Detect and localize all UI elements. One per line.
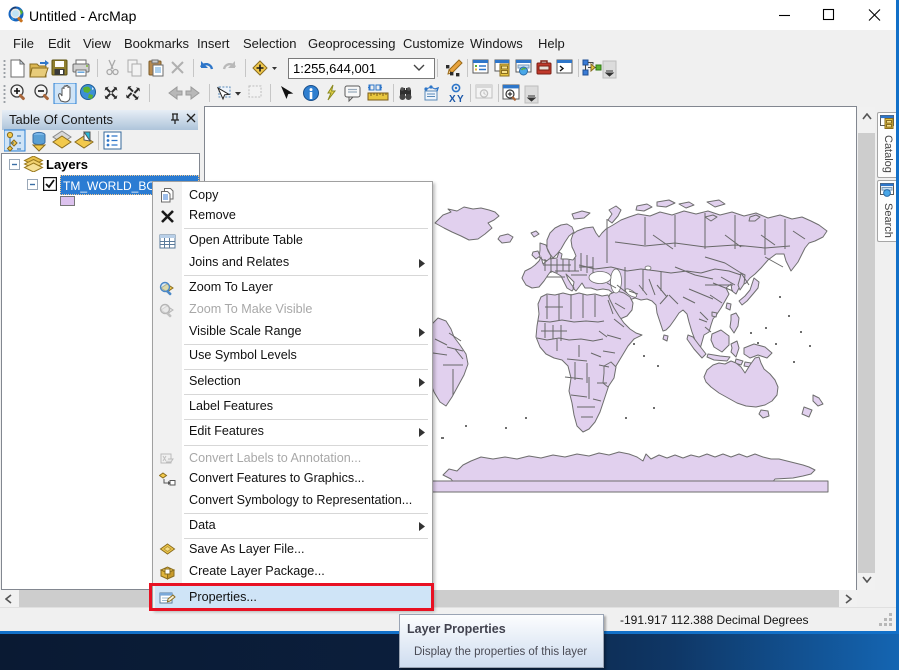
svg-text:Y: Y <box>457 94 464 104</box>
svg-text:X: X <box>449 94 456 104</box>
